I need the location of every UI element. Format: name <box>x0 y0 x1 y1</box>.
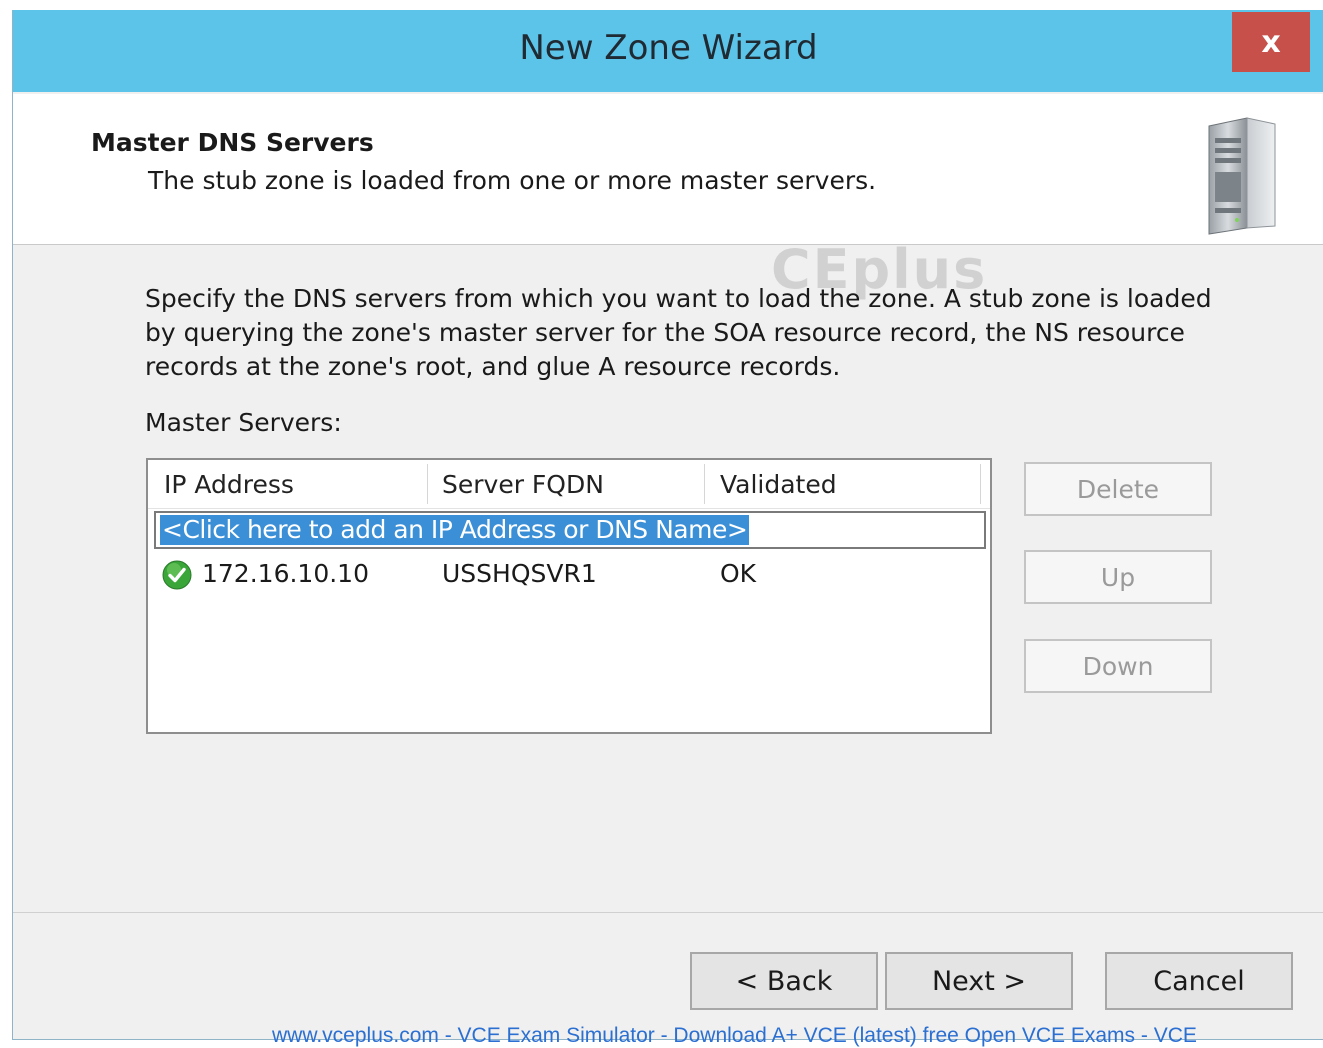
master-servers-list[interactable]: IP Address Server FQDN Validated <Click … <box>146 458 992 734</box>
column-header-server-fqdn[interactable]: Server FQDN <box>442 470 604 499</box>
server-fqdn: USSHQSVR1 <box>442 559 597 588</box>
up-button[interactable]: Up <box>1024 550 1212 604</box>
close-button[interactable]: x <box>1232 12 1310 72</box>
column-divider[interactable] <box>704 464 705 504</box>
list-header: IP Address Server FQDN Validated <box>148 460 990 509</box>
column-divider[interactable] <box>980 464 981 504</box>
cancel-button[interactable]: Cancel <box>1105 952 1293 1010</box>
column-header-ip-address[interactable]: IP Address <box>164 470 294 499</box>
add-server-placeholder[interactable]: <Click here to add an IP Address or DNS … <box>160 515 750 545</box>
delete-button[interactable]: Delete <box>1024 462 1212 516</box>
page-heading: Master DNS Servers <box>91 128 374 157</box>
server-icon <box>1208 117 1276 235</box>
description-text: Specify the DNS servers from which you w… <box>145 284 1212 381</box>
footer-divider <box>13 912 1323 913</box>
wizard-window: New Zone Wizard x Master DNS Servers The… <box>12 10 1323 1040</box>
table-row[interactable]: 172.16.10.10 USSHQSVR1 OK <box>148 556 990 596</box>
check-circle-icon <box>162 560 192 590</box>
title-bar[interactable]: New Zone Wizard x <box>13 10 1323 92</box>
add-server-row[interactable]: <Click here to add an IP Address or DNS … <box>154 511 986 549</box>
header-pane: Master DNS Servers The stub zone is load… <box>13 94 1323 245</box>
master-servers-label: Master Servers: <box>145 408 342 437</box>
back-button[interactable]: < Back <box>690 952 878 1010</box>
column-header-validated[interactable]: Validated <box>720 470 837 499</box>
footer-watermark-link[interactable]: www.vceplus.com - VCE Exam Simulator - D… <box>272 1024 1197 1048</box>
down-button[interactable]: Down <box>1024 639 1212 693</box>
page-subheading: The stub zone is loaded from one or more… <box>148 166 877 195</box>
column-divider[interactable] <box>427 464 428 504</box>
server-ip-address: 172.16.10.10 <box>202 559 369 588</box>
window-title: New Zone Wizard <box>519 28 818 68</box>
server-validated-status: OK <box>720 559 757 588</box>
next-button[interactable]: Next > <box>885 952 1073 1010</box>
